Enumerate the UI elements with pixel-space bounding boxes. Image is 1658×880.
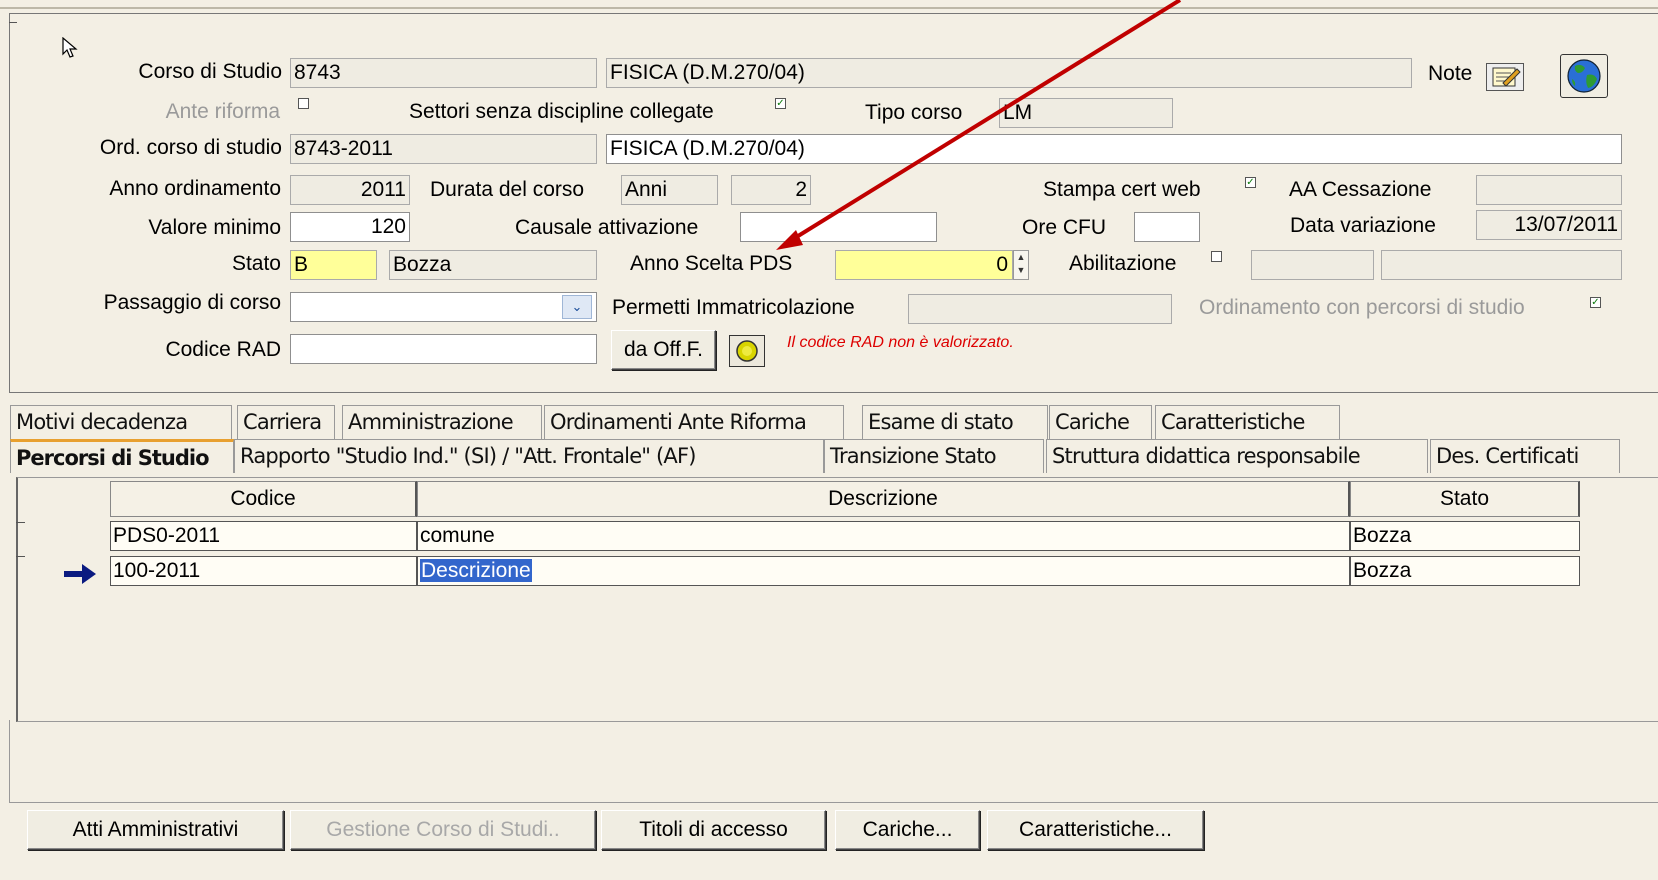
column-header-stato[interactable]: Stato <box>1350 481 1580 517</box>
grid-tick <box>16 522 25 523</box>
column-header-codice[interactable]: Codice <box>110 481 417 517</box>
tab-motivi-decadenza[interactable]: Motivi decadenza <box>10 405 232 439</box>
globe-button[interactable] <box>1560 54 1608 98</box>
tab-transizione-stato[interactable]: Transizione Stato <box>824 439 1044 473</box>
causale-label: Causale attivazione <box>515 216 699 239</box>
cariche-button[interactable]: Cariche... <box>835 810 980 850</box>
bottom-panel <box>9 720 1658 803</box>
valore-minimo-field[interactable]: 120 <box>290 212 410 242</box>
globe-icon <box>1567 59 1601 93</box>
tab-carriera[interactable]: Carriera <box>237 405 335 439</box>
cell-descrizione[interactable]: comune <box>417 521 1350 551</box>
stato-code-field[interactable]: B <box>290 250 377 280</box>
tab-esame-di-stato[interactable]: Esame di stato <box>862 405 1048 439</box>
passaggio-select[interactable] <box>290 292 597 322</box>
anno-scelta-label: Anno Scelta PDS <box>630 252 793 275</box>
atti-amministrativi-button[interactable]: Atti Amministrativi <box>27 810 284 850</box>
da-off-button[interactable]: da Off.F. <box>611 330 716 370</box>
panel-tick <box>9 22 17 23</box>
ore-cfu-field[interactable] <box>1134 212 1200 242</box>
rad-warning-text: Il codice RAD non è valorizzato. <box>787 334 1014 351</box>
ordinamento-percorsi-label: Ordinamento con percorsi di studio <box>1199 296 1525 319</box>
codice-rad-label: Codice RAD <box>165 338 281 361</box>
tab-caratteristiche[interactable]: Caratteristiche <box>1155 405 1340 439</box>
anno-scelta-field[interactable]: 0 <box>835 250 1013 280</box>
data-variazione-field[interactable]: 13/07/2011 <box>1476 210 1622 240</box>
chevron-down-icon[interactable]: ⌄ <box>562 295 592 319</box>
caratteristiche-button[interactable]: Caratteristiche... <box>987 810 1204 850</box>
tab-amministrazione[interactable]: Amministrazione <box>342 405 542 439</box>
ore-cfu-label: Ore CFU <box>1022 216 1106 239</box>
ante-riforma-checkbox[interactable] <box>298 98 309 109</box>
settori-checkbox[interactable]: ✓ <box>775 98 786 109</box>
tabs-row-1: Motivi decadenza Carriera Amministrazion… <box>0 405 1658 439</box>
stato-desc-field: Bozza <box>389 250 597 280</box>
durata-unit-field[interactable]: Anni <box>621 175 718 205</box>
ante-riforma-label: Ante riforma <box>165 100 280 123</box>
stato-label: Stato <box>231 252 281 275</box>
anno-ordinamento-label: Anno ordinamento <box>109 177 281 200</box>
permetti-field[interactable] <box>908 294 1172 324</box>
abilitazione-checkbox[interactable] <box>1211 251 1222 262</box>
ord-corso-name-field[interactable]: FISICA (D.M.270/04) <box>606 134 1622 164</box>
tabs-row-2: Percorsi di Studio Rapporto "Studio Ind.… <box>0 439 1658 473</box>
tipo-corso-field[interactable]: LM <box>999 98 1173 128</box>
data-variazione-label: Data variazione <box>1290 214 1436 237</box>
aa-cessazione-field[interactable] <box>1476 175 1622 205</box>
column-header-descrizione[interactable]: Descrizione <box>417 481 1350 517</box>
cell-descrizione-selected[interactable]: Descrizione <box>417 556 1350 586</box>
top-border <box>0 7 1658 9</box>
gestione-corso-button: Gestione Corso di Studi.. <box>290 810 596 850</box>
abilitazione-field-2[interactable] <box>1381 250 1622 280</box>
grid-tick <box>16 556 25 557</box>
mouse-cursor-icon <box>62 37 78 58</box>
tab-ordinamenti-ante-riforma[interactable]: Ordinamenti Ante Riforma <box>544 405 844 439</box>
durata-label: Durata del corso <box>430 178 585 201</box>
anno-scelta-spinner[interactable]: ▲ ▼ <box>1013 250 1029 280</box>
anno-ordinamento-field[interactable]: 2011 <box>290 175 410 205</box>
cell-codice[interactable]: 100-2011 <box>110 556 417 586</box>
corso-name-field[interactable]: FISICA (D.M.270/04) <box>606 58 1412 88</box>
status-light-icon <box>736 340 758 362</box>
stampa-cert-label: Stampa cert web <box>1043 178 1201 201</box>
note-edit-icon <box>1492 67 1521 87</box>
ord-corso-code-field[interactable]: 8743-2011 <box>290 134 597 164</box>
passaggio-label: Passaggio di corso <box>103 291 281 314</box>
note-edit-button[interactable] <box>1486 63 1524 91</box>
tipo-corso-label: Tipo corso <box>865 101 963 124</box>
durata-value-field[interactable]: 2 <box>731 175 811 205</box>
tab-percorsi-di-studio[interactable]: Percorsi di Studio <box>10 439 234 473</box>
stampa-cert-checkbox[interactable]: ✓ <box>1245 177 1256 188</box>
tab-rapporto-si-af[interactable]: Rapporto "Studio Ind." (SI) / "Att. Fron… <box>234 439 824 473</box>
abilitazione-field-1[interactable] <box>1251 250 1374 280</box>
tab-des-certificati[interactable]: Des. Certificati <box>1430 439 1620 473</box>
cell-stato[interactable]: Bozza <box>1350 521 1580 551</box>
permetti-label: Permetti Immatricolazione <box>612 296 855 319</box>
note-label: Note <box>1428 62 1473 85</box>
current-row-arrow-icon <box>64 564 96 584</box>
cell-stato[interactable]: Bozza <box>1350 556 1580 586</box>
titoli-di-accesso-button[interactable]: Titoli di accesso <box>601 810 826 850</box>
selected-text: Descrizione <box>420 559 532 582</box>
cell-codice[interactable]: PDS0-2011 <box>110 521 417 551</box>
valore-minimo-label: Valore minimo <box>148 216 281 239</box>
corso-di-studio-label: Corso di Studio <box>138 60 282 83</box>
codice-rad-field[interactable] <box>290 334 597 364</box>
causale-field[interactable] <box>740 212 937 242</box>
traffic-light-button[interactable] <box>729 335 765 367</box>
ordinamento-percorsi-checkbox[interactable]: ✓ <box>1590 297 1601 308</box>
tab-cariche[interactable]: Cariche <box>1049 405 1152 439</box>
settori-label: Settori senza discipline collegate <box>409 100 714 123</box>
ord-corso-label: Ord. corso di studio <box>99 136 282 159</box>
tab-struttura-didattica[interactable]: Struttura didattica responsabile <box>1046 439 1428 473</box>
abilitazione-label: Abilitazione <box>1069 252 1177 275</box>
corso-code-field[interactable]: 8743 <box>290 58 597 88</box>
aa-cessazione-label: AA Cessazione <box>1289 178 1432 201</box>
